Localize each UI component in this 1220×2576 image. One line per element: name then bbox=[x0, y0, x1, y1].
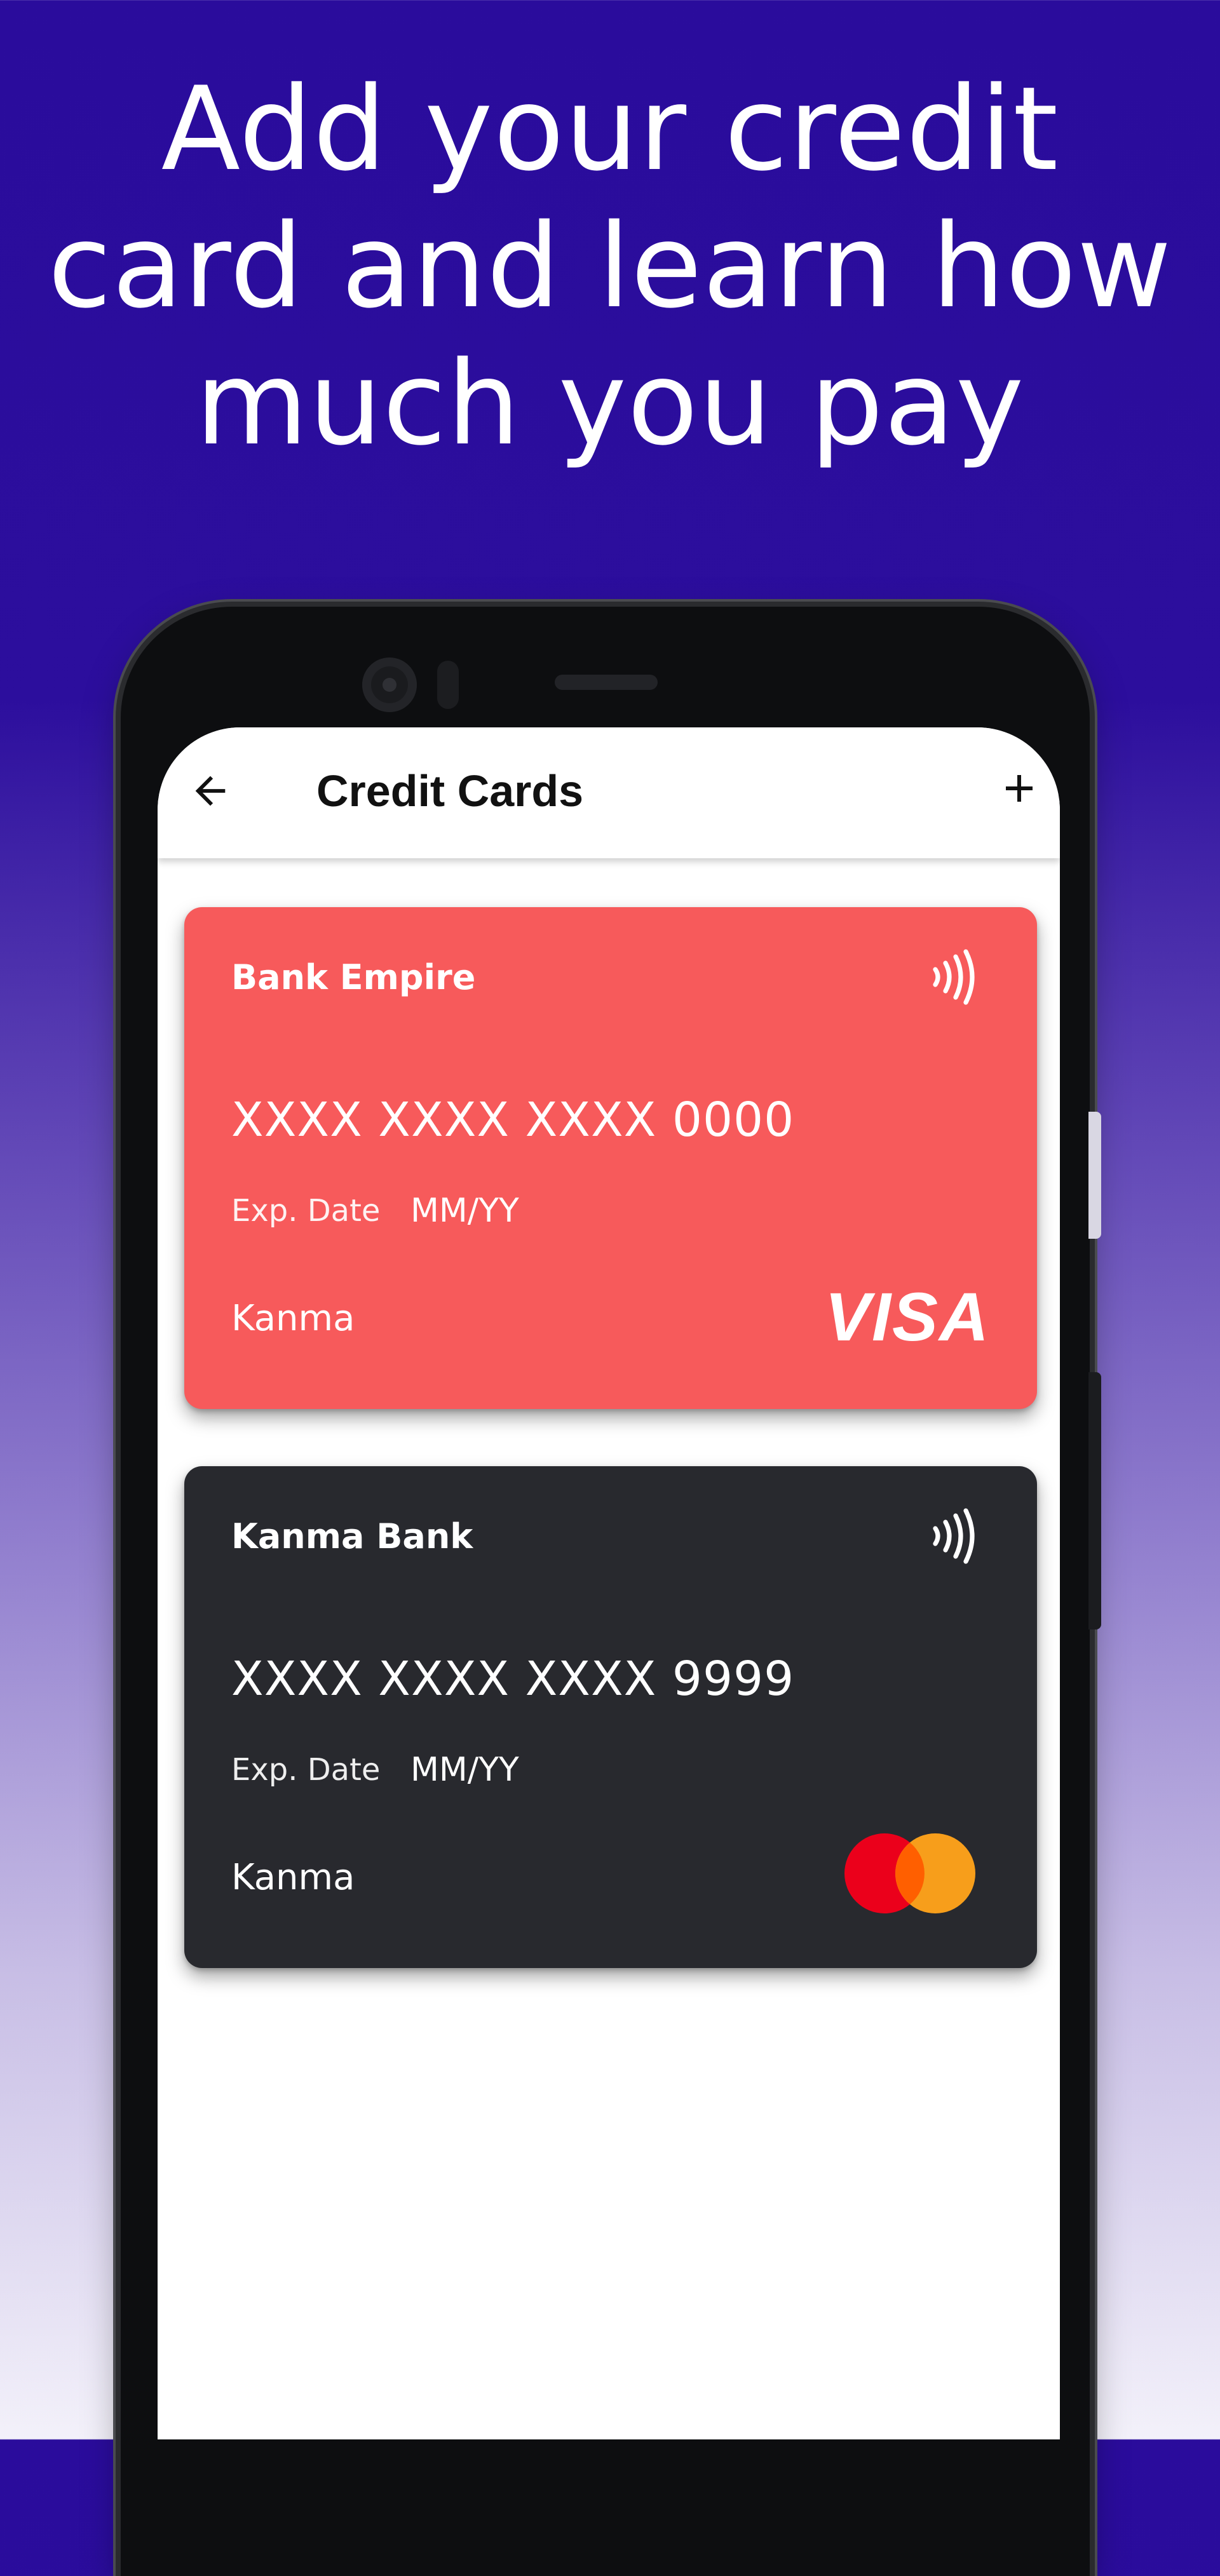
card-list: Bank Empire XXXX XXXX XXXX 0000 Exp. Dat… bbox=[158, 858, 1060, 2439]
card-exp-value: MM/YY bbox=[410, 1751, 519, 1789]
card-bank-name: Bank Empire bbox=[231, 957, 476, 997]
card-number: XXXX XXXX XXXX 9999 bbox=[231, 1652, 795, 1706]
mastercard-logo-icon bbox=[844, 1833, 975, 1913]
phone-power-button bbox=[1088, 1372, 1101, 1629]
plus-icon[interactable] bbox=[996, 765, 1042, 811]
card-bank-name: Kanma Bank bbox=[231, 1516, 473, 1556]
headline-line-1: Add your credit bbox=[161, 62, 1059, 196]
visa-logo: VISA bbox=[825, 1278, 991, 1355]
card-holder-name: Kanma bbox=[231, 1857, 355, 1898]
contactless-icon bbox=[933, 949, 975, 1005]
arrow-left-icon[interactable] bbox=[188, 769, 233, 813]
page-title: Credit Cards bbox=[316, 766, 584, 816]
credit-card-bank-empire[interactable]: Bank Empire XXXX XXXX XXXX 0000 Exp. Dat… bbox=[184, 907, 1037, 1409]
earpiece-speaker bbox=[555, 675, 658, 690]
card-holder-name: Kanma bbox=[231, 1298, 355, 1339]
headline-line-3: much you pay bbox=[195, 336, 1025, 471]
front-camera-icon bbox=[362, 657, 417, 712]
credit-card-kanma-bank[interactable]: Kanma Bank XXXX XXXX XXXX 9999 Exp. Date… bbox=[184, 1466, 1037, 1968]
proximity-sensor bbox=[437, 661, 459, 709]
card-exp-label: Exp. Date bbox=[231, 1752, 381, 1788]
headline: Add your credit card and learn how much … bbox=[38, 60, 1182, 472]
phone-volume-button bbox=[1088, 1112, 1101, 1239]
headline-line-2: card and learn how bbox=[48, 199, 1172, 334]
contactless-icon bbox=[933, 1508, 975, 1564]
app-bar: Credit Cards bbox=[158, 727, 1060, 858]
app-screen: Credit Cards Bank Empire XXXX XXXX XXXX … bbox=[158, 727, 1060, 2439]
card-exp-value: MM/YY bbox=[410, 1192, 519, 1230]
card-number: XXXX XXXX XXXX 0000 bbox=[231, 1093, 795, 1147]
card-exp-label: Exp. Date bbox=[231, 1193, 381, 1229]
